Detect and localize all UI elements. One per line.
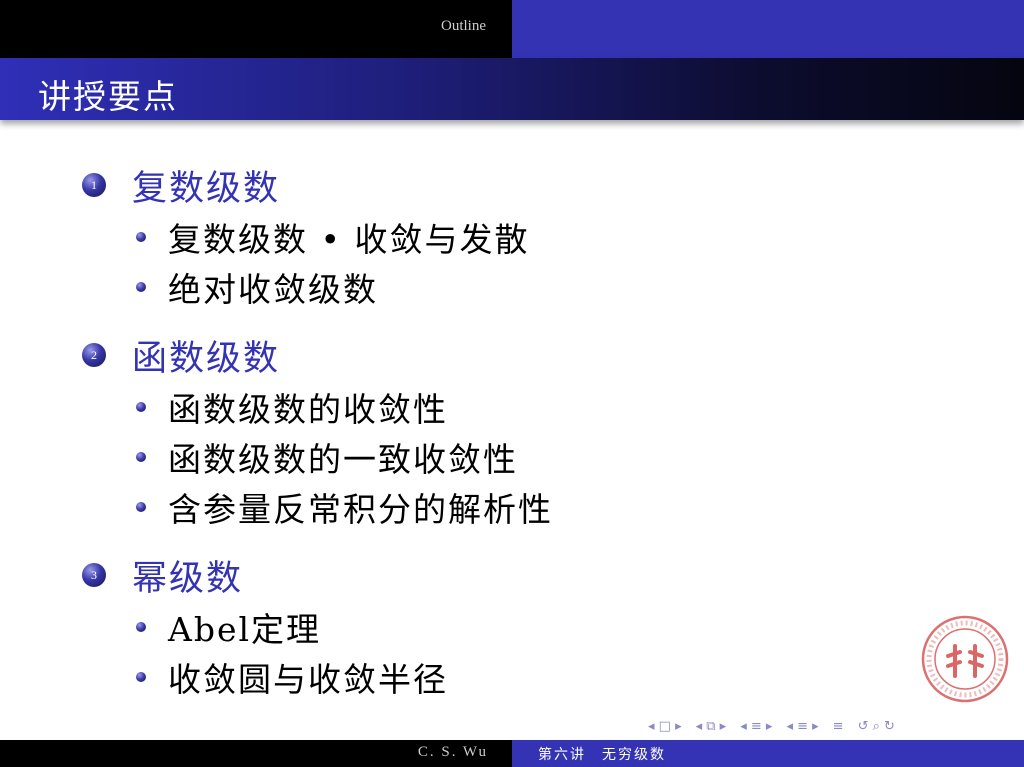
section-number-ball: 1 xyxy=(82,173,106,197)
section-title[interactable]: 复数级数 xyxy=(132,160,280,211)
top-navigation-bar: Outline xyxy=(0,0,1024,58)
outline-link[interactable]: Outline xyxy=(441,18,486,35)
subsection-item[interactable]: 收敛圆与收敛半径 xyxy=(136,652,842,702)
section-number-ball: 3 xyxy=(82,563,106,587)
subsection-label[interactable]: 函数级数的一致收敛性 xyxy=(168,433,518,481)
search-back-forward-icon[interactable]: ↺ ⌕ ↻ xyxy=(858,719,895,734)
subsection-label[interactable]: 复数级数 • 收敛与发散 xyxy=(168,213,529,261)
section-heading[interactable]: 2 函数级数 xyxy=(82,328,842,382)
subsection-label[interactable]: 含参量反常积分的解析性 xyxy=(168,483,553,531)
outline-nav-icon[interactable]: ≡ xyxy=(833,719,844,734)
subsection-item[interactable]: 函数级数的收敛性 xyxy=(136,382,842,432)
subsection-item[interactable]: Abel定理 xyxy=(136,602,842,652)
bullet-icon xyxy=(136,282,146,292)
outline-nav-area[interactable]: Outline xyxy=(0,0,512,58)
bullet-icon xyxy=(136,452,146,462)
section-heading[interactable]: 3 幂级数 xyxy=(82,548,842,602)
subsection-label[interactable]: 绝对收敛级数 xyxy=(168,263,378,311)
document-nav-control[interactable]: ◂ ≡ ▸ xyxy=(786,719,818,734)
outline-section: 1 复数级数 复数级数 • 收敛与发散 绝对收敛级数 xyxy=(82,158,842,312)
bullet-icon xyxy=(136,402,146,412)
subsection-nav-control[interactable]: ◂ ⧉ ▸ xyxy=(696,719,727,734)
subsection-item[interactable]: 含参量反常积分的解析性 xyxy=(136,482,842,532)
subsection-item[interactable]: 复数级数 • 收敛与发散 xyxy=(136,212,842,262)
section-nav-control[interactable]: ◂ ≡ ▸ xyxy=(740,719,772,734)
section-title[interactable]: 幂级数 xyxy=(132,550,243,601)
frame-title-bar: 讲授要点 xyxy=(0,58,1024,120)
bullet-icon xyxy=(136,232,146,242)
frame-nav-control[interactable]: ◂ □ ▸ xyxy=(648,719,682,734)
footer-bar: C. S. Wu 第六讲 无穷级数 xyxy=(0,740,1024,767)
bullet-icon xyxy=(136,672,146,682)
section-title[interactable]: 函数级数 xyxy=(132,330,280,381)
subsection-label[interactable]: 收敛圆与收敛半径 xyxy=(168,653,448,701)
subsection-item[interactable]: 函数级数的一致收敛性 xyxy=(136,432,842,482)
bullet-icon xyxy=(136,502,146,512)
section-heading[interactable]: 1 复数级数 xyxy=(82,158,842,212)
footer-lecture-area: 第六讲 无穷级数 xyxy=(512,740,1024,767)
footer-author-area: C. S. Wu xyxy=(0,740,512,767)
section-number-ball: 2 xyxy=(82,343,106,367)
subsection-item[interactable]: 绝对收敛级数 xyxy=(136,262,842,312)
outline-section: 2 函数级数 函数级数的收敛性 函数级数的一致收敛性 含参量反常积分的解析性 xyxy=(82,328,842,532)
bullet-icon xyxy=(136,622,146,632)
outline-list: 1 复数级数 复数级数 • 收敛与发散 绝对收敛级数 2 函数级数 函数级数的收… xyxy=(82,158,842,718)
frame-title: 讲授要点 xyxy=(38,77,178,116)
beamer-navigation-symbols: ◂ □ ▸ ◂ ⧉ ▸ ◂ ≡ ▸ ◂ ≡ ▸ ≡ ↺ ⌕ ↻ xyxy=(648,715,1018,737)
footer-lecture-title: 第六讲 无穷级数 xyxy=(538,747,666,763)
subsection-label[interactable]: Abel定理 xyxy=(168,603,321,651)
subsection-label[interactable]: 函数级数的收敛性 xyxy=(168,383,448,431)
university-seal-logo xyxy=(921,615,1009,703)
top-bar-right xyxy=(512,0,1024,58)
footer-author: C. S. Wu xyxy=(417,744,488,760)
outline-section: 3 幂级数 Abel定理 收敛圆与收敛半径 xyxy=(82,548,842,702)
